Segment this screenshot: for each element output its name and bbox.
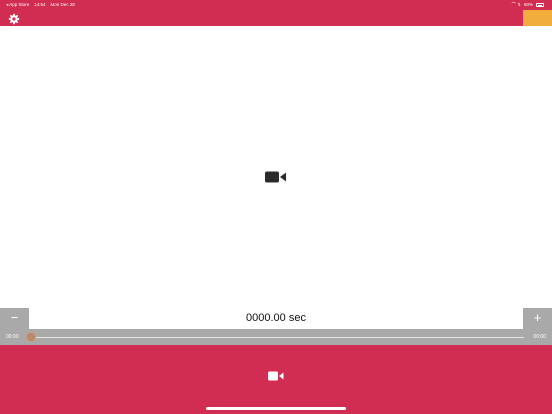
back-to-app-store-link[interactable]: ◂ App Store — [6, 0, 29, 10]
settings-button[interactable] — [8, 12, 20, 25]
status-time: 14:54 — [34, 2, 46, 7]
status-date: Mon Dec 28 — [50, 2, 75, 7]
accent-action-button[interactable] — [523, 10, 552, 26]
status-bar: ◂ App Store 14:54 Mon Dec 28 ⌒ ↯ 60% — [0, 0, 552, 10]
time-display: 0000.00 sec — [246, 312, 306, 324]
scrubber-thumb[interactable] — [26, 332, 36, 342]
top-bar — [0, 10, 552, 26]
home-indicator[interactable] — [206, 407, 346, 410]
scrubber-start-time: 00:00 — [6, 334, 19, 340]
decrease-time-button[interactable]: − — [0, 308, 29, 329]
time-controls: − 0000.00 sec + — [0, 308, 552, 329]
video-preview — [0, 26, 552, 308]
status-bar-left: ◂ App Store 14:54 Mon Dec 28 — [6, 0, 75, 10]
gear-icon — [8, 13, 20, 25]
record-video-button[interactable] — [268, 371, 284, 381]
scrubber-track[interactable] — [30, 336, 524, 338]
battery-percent: 60% — [523, 2, 533, 7]
video-camera-icon — [265, 171, 286, 183]
bottom-bar — [0, 345, 552, 414]
scrubber-end-time: 00:00 — [533, 334, 546, 340]
increase-time-button[interactable]: + — [523, 308, 552, 329]
signal-icons: ⌒ ↯ — [511, 2, 521, 7]
scrubber-bar: 00:00 00:00 — [0, 329, 552, 345]
status-bar-right: ⌒ ↯ 60% — [511, 0, 544, 10]
battery-icon — [536, 3, 544, 7]
